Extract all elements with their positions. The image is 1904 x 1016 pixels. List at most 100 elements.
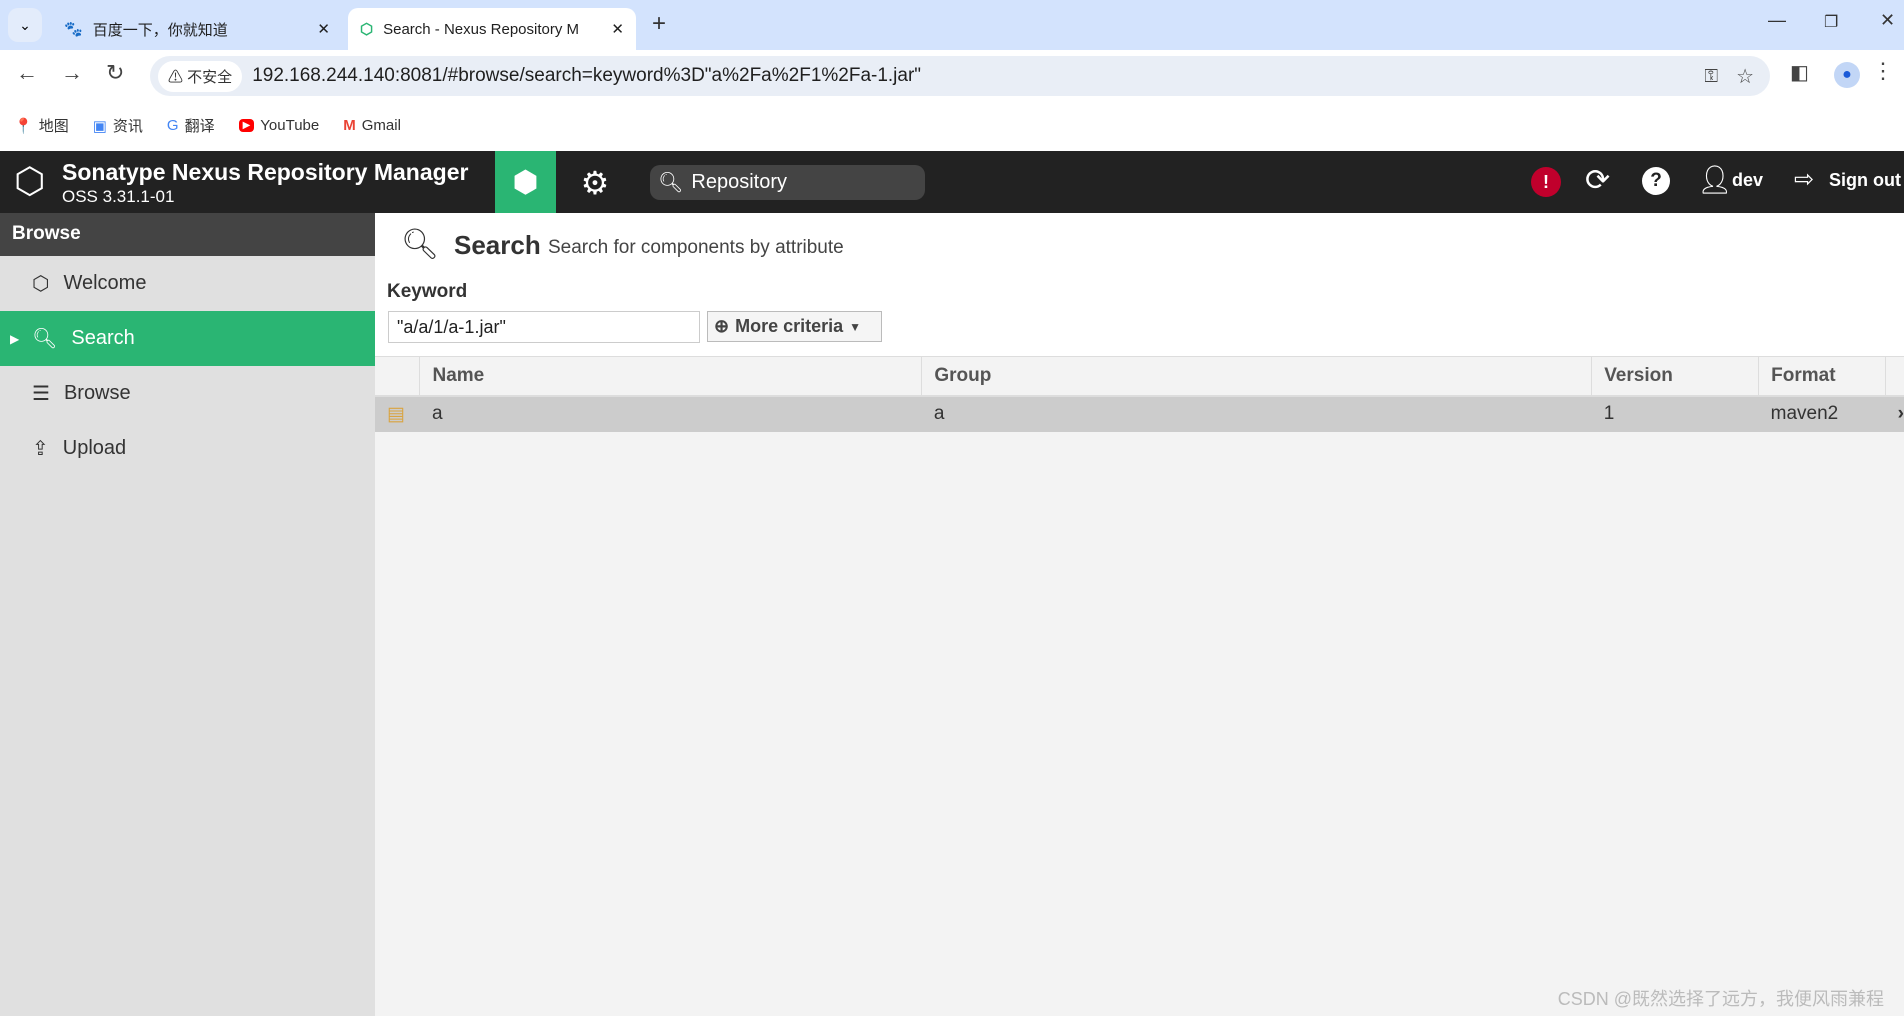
- user-name[interactable]: dev: [1732, 170, 1763, 191]
- close-tab-icon[interactable]: ✕: [317, 20, 330, 38]
- table-row[interactable]: ▤ a a 1 maven2 ›: [375, 395, 1904, 432]
- sign-out-button[interactable]: Sign out: [1829, 170, 1901, 191]
- bookmark-label: 翻译: [184, 118, 215, 135]
- news-icon: ▣: [92, 117, 107, 135]
- sidebar-item-welcome[interactable]: ⬡ Welcome: [0, 256, 375, 311]
- url-text[interactable]: 192.168.244.140:8081/#browse/search=keyw…: [252, 65, 921, 87]
- bookmark-translate[interactable]: G 翻译: [167, 115, 215, 136]
- profile-avatar[interactable]: ●: [1834, 62, 1860, 88]
- search-placeholder: Repository: [691, 171, 787, 193]
- tab-label: Search - Nexus Repository M: [383, 20, 580, 38]
- reload-button[interactable]: ↻: [106, 60, 124, 86]
- plus-circle-icon: ⊕: [714, 316, 730, 336]
- bookmark-news[interactable]: ▣ 资讯: [93, 115, 143, 136]
- search-icon: 🔍︎: [658, 172, 684, 194]
- translate-icon: G: [166, 117, 179, 134]
- close-window-button[interactable]: ✕: [1880, 10, 1895, 31]
- nexus-logo-icon: ⬡: [14, 160, 46, 201]
- menu-icon[interactable]: ⋮: [1872, 58, 1894, 84]
- browser-tab-bar: ⌄ 🐾 百度一下，你就知道 ✕ ⬡ Search - Nexus Reposit…: [0, 0, 1904, 50]
- results-table: Name Group Version Format ▤ a a 1 maven2…: [375, 356, 1904, 432]
- forward-button[interactable]: →: [61, 60, 83, 86]
- sidebar: Browse ⬡ Welcome ▶ 🔍︎ Search ☰ Browse ⇪ Uploa…: [0, 213, 375, 1016]
- bookmark-label: 地图: [38, 118, 69, 135]
- sidebar-item-browse[interactable]: ☰ Browse: [0, 366, 375, 421]
- sidebar-item-label: Welcome: [63, 272, 147, 294]
- tab-baidu[interactable]: 🐾 百度一下，你就知道 ✕: [52, 8, 342, 50]
- password-key-icon[interactable]: ⚿: [1704, 66, 1718, 87]
- column-header-group[interactable]: Group: [921, 356, 1593, 396]
- icon-column-header: [375, 356, 421, 396]
- page-subtitle: Search for components by attribute: [548, 237, 844, 258]
- cell-format: maven2: [1770, 403, 1839, 424]
- gear-icon: ⚙: [580, 165, 610, 201]
- restore-button[interactable]: ❐: [1824, 12, 1838, 32]
- sidebar-header: Browse: [0, 213, 375, 256]
- sidebar-item-label: Browse: [63, 382, 131, 404]
- bookmark-label: Gmail: [361, 117, 401, 134]
- cell-version: 1: [1603, 403, 1615, 424]
- caret-down-icon: ▼: [849, 319, 862, 334]
- hexagon-icon: ⬡: [32, 273, 50, 295]
- row-chevron-icon[interactable]: ›: [1886, 396, 1904, 432]
- youtube-icon: ▶: [238, 119, 255, 132]
- tab-list-chevron-icon[interactable]: ⌄: [8, 8, 42, 42]
- keyword-input[interactable]: "a/a/1/a-1.jar": [388, 311, 700, 343]
- cube-icon: ⬢: [512, 165, 539, 199]
- bookmark-label: 资讯: [112, 118, 143, 135]
- user-icon[interactable]: 👤︎: [1697, 163, 1733, 196]
- bookmarks-bar: 📍 地图 ▣ 资讯 G 翻译 ▶ YouTube M Gmail: [0, 100, 1904, 151]
- caret-right-icon: ▶: [10, 331, 20, 346]
- database-icon: ☰: [32, 383, 50, 405]
- sidebar-item-search[interactable]: ▶ 🔍︎ Search: [0, 311, 375, 366]
- maps-icon: 📍: [14, 117, 33, 135]
- column-header-format[interactable]: Format: [1758, 356, 1887, 396]
- sidebar-item-upload[interactable]: ⇪ Upload: [0, 421, 375, 476]
- tab-nexus-search[interactable]: ⬡ Search - Nexus Repository M ✕: [348, 8, 636, 50]
- more-criteria-label: More criteria: [735, 316, 844, 336]
- tab-label: 百度一下，你就知道: [92, 21, 228, 39]
- back-button[interactable]: ←: [16, 60, 38, 86]
- bookmark-gmail[interactable]: M Gmail: [343, 117, 401, 134]
- app-title: Sonatype Nexus Repository Manager: [62, 159, 469, 185]
- gmail-icon: M: [343, 117, 356, 134]
- admin-gear-button[interactable]: ⚙: [575, 163, 615, 203]
- search-icon: 🔍︎: [32, 328, 58, 350]
- baidu-paw-icon: 🐾: [64, 21, 83, 38]
- alert-icon[interactable]: !: [1531, 167, 1561, 197]
- main-panel: 🔍︎ Search Search for components by attri…: [375, 213, 1904, 1016]
- app-version: OSS 3.31.1-01: [62, 187, 175, 206]
- sidebar-item-label: Upload: [62, 437, 127, 459]
- bookmark-maps[interactable]: 📍 地图: [14, 115, 69, 136]
- repository-search-input[interactable]: 🔍︎ Repository: [650, 165, 925, 200]
- column-header-name[interactable]: Name: [419, 356, 923, 396]
- more-criteria-button[interactable]: ⊕ More criteria ▼: [707, 311, 882, 342]
- bookmark-label: YouTube: [260, 117, 320, 134]
- search-icon: 🔍︎: [401, 228, 440, 261]
- security-label: 不安全: [187, 68, 233, 86]
- help-icon[interactable]: ?: [1642, 167, 1670, 195]
- bookmark-star-icon[interactable]: ☆: [1736, 64, 1754, 89]
- nexus-favicon-icon: ⬡: [360, 21, 374, 38]
- address-bar[interactable]: ⚠ 不安全 192.168.244.140:8081/#browse/searc…: [150, 56, 1770, 96]
- page-title: Search: [454, 230, 541, 260]
- component-icon: ▤: [387, 403, 405, 425]
- sidebar-item-label: Search: [71, 327, 135, 349]
- cell-name: a: [431, 403, 443, 424]
- warning-icon: ⚠: [168, 68, 188, 86]
- app-header: ⬡ Sonatype Nexus Repository Manager OSS …: [0, 151, 1904, 213]
- refresh-icon[interactable]: ⟳: [1585, 163, 1610, 198]
- watermark: CSDN @既然选择了远方，我便风雨兼程: [1557, 989, 1884, 1009]
- column-header-version[interactable]: Version: [1591, 356, 1760, 396]
- close-tab-icon[interactable]: ✕: [611, 20, 624, 38]
- upload-icon: ⇪: [32, 438, 49, 460]
- browse-mode-button[interactable]: ⬢: [495, 151, 556, 213]
- keyword-label: Keyword: [387, 281, 468, 302]
- sign-out-icon[interactable]: ⇨: [1794, 165, 1814, 194]
- cell-group: a: [933, 403, 945, 424]
- side-panel-icon[interactable]: ◧: [1790, 60, 1809, 85]
- security-chip[interactable]: ⚠ 不安全: [158, 60, 243, 92]
- new-tab-button[interactable]: +: [652, 10, 666, 38]
- minimize-button[interactable]: —: [1768, 10, 1786, 31]
- bookmark-youtube[interactable]: ▶ YouTube: [238, 117, 320, 134]
